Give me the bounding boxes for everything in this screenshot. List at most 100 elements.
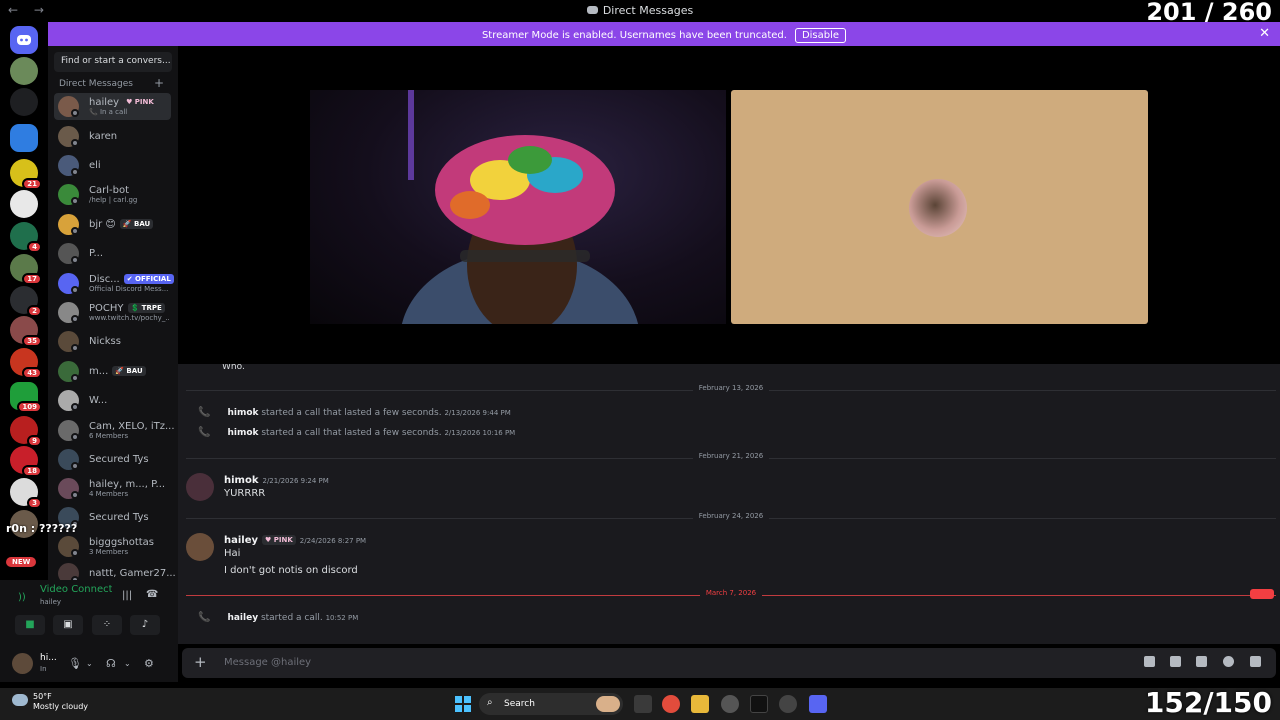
server-icon[interactable] bbox=[10, 57, 38, 85]
server-icon[interactable]: 18 bbox=[10, 446, 42, 477]
windows-start-icon[interactable] bbox=[455, 696, 471, 712]
dm-item-label: Secured Tys bbox=[89, 512, 149, 523]
task-view-icon[interactable] bbox=[634, 695, 652, 713]
dm-item-label: m... bbox=[89, 366, 109, 377]
dm-item[interactable]: W... bbox=[54, 387, 171, 414]
taskbar-search[interactable]: ⌕ Search bbox=[479, 693, 623, 715]
dm-item-subtitle: /help | carl.gg bbox=[89, 196, 138, 204]
avatar[interactable] bbox=[12, 653, 33, 674]
gear-icon[interactable]: ⚙ bbox=[144, 657, 154, 670]
server-icon[interactable]: 4 bbox=[10, 222, 42, 253]
badge: 35 bbox=[22, 335, 42, 347]
call-log-author[interactable]: himok bbox=[227, 408, 258, 418]
dm-item-label: Secured Tys bbox=[89, 454, 149, 465]
dm-item-name: POCHY 💲 TRPE bbox=[89, 303, 165, 314]
dm-item[interactable]: hailey, m..., P... 4 Members bbox=[54, 475, 171, 502]
call-log-author[interactable]: himok bbox=[227, 428, 258, 438]
search-highlight-icon bbox=[596, 696, 620, 712]
guild-tag: 🚀 BAU bbox=[112, 366, 146, 376]
disconnect-icon[interactable]: ☎ bbox=[146, 589, 158, 600]
message-input[interactable]: Message @hailey bbox=[224, 657, 311, 668]
badge: 18 bbox=[22, 465, 42, 477]
discord-taskbar-icon[interactable] bbox=[809, 695, 827, 713]
dm-item[interactable]: Disc... ✔ OFFICIAL Official Discord Mess..… bbox=[54, 270, 174, 297]
add-dm-icon[interactable]: + bbox=[154, 76, 164, 90]
dm-item-name: hailey ♥ PINK bbox=[89, 97, 157, 108]
home-button[interactable] bbox=[10, 26, 38, 54]
server-icon[interactable]: 3 bbox=[10, 478, 42, 509]
video-tile-camera[interactable] bbox=[310, 90, 726, 324]
headphones-icon[interactable]: ☊ bbox=[106, 657, 116, 670]
disable-button[interactable]: Disable bbox=[794, 28, 847, 43]
dm-item[interactable]: Cam, XELO, iTz... 6 Members bbox=[54, 417, 175, 444]
status-indicator bbox=[71, 315, 79, 323]
status-indicator bbox=[71, 139, 79, 147]
server-icon[interactable]: 17 bbox=[10, 254, 42, 285]
user-status: In bbox=[40, 665, 47, 673]
voice-channel-name[interactable]: hailey bbox=[40, 598, 61, 606]
microphone-icon[interactable]: 🎙 bbox=[68, 657, 82, 670]
soundboard-button[interactable]: ♪ bbox=[130, 615, 160, 635]
server-icon[interactable]: 35 bbox=[10, 316, 42, 347]
camera-button[interactable]: ■ bbox=[15, 615, 45, 635]
dm-item[interactable]: karen bbox=[54, 123, 171, 150]
stream-chat-ticker: r0n : ?????? bbox=[6, 522, 78, 535]
video-tile-avatar[interactable] bbox=[731, 90, 1148, 324]
server-icon[interactable]: 2 bbox=[10, 286, 42, 317]
dm-item[interactable]: bigggshottas 3 Members bbox=[54, 533, 171, 560]
dm-item[interactable]: bjr 😊 🚀 BAU bbox=[54, 211, 171, 238]
dm-item[interactable]: m... 🚀 BAU bbox=[54, 358, 171, 385]
message-author[interactable]: hailey bbox=[224, 535, 258, 546]
noise-suppression-icon[interactable]: ||| bbox=[122, 590, 132, 601]
dm-item[interactable]: P... bbox=[54, 240, 171, 267]
screen-share-button[interactable]: ▣ bbox=[53, 615, 83, 635]
avatar[interactable] bbox=[186, 533, 214, 561]
activities-button[interactable]: ⁘ bbox=[92, 615, 122, 635]
signal-icon[interactable]: )) bbox=[18, 592, 26, 603]
dm-item[interactable]: Secured Tys bbox=[54, 446, 171, 473]
avatar[interactable] bbox=[186, 473, 214, 501]
dm-item[interactable]: Nickss bbox=[54, 328, 171, 355]
message-author[interactable]: himok bbox=[224, 475, 259, 486]
server-icon[interactable]: 43 bbox=[10, 348, 42, 379]
call-log-entry: 📞 himok started a call that lasted a few … bbox=[198, 427, 515, 438]
dm-item-subtitle: www.twitch.tv/pochy_... bbox=[89, 314, 169, 322]
dm-item[interactable]: eli bbox=[54, 152, 171, 179]
gif-icon[interactable] bbox=[1170, 656, 1181, 667]
server-icon[interactable] bbox=[10, 124, 38, 152]
chevron-down-icon[interactable]: ⌄ bbox=[86, 659, 93, 668]
gift-icon[interactable] bbox=[1144, 656, 1155, 667]
tiktok-icon[interactable] bbox=[750, 695, 768, 713]
dm-item-label: Cam, XELO, iTz... bbox=[89, 421, 175, 432]
streamer-mode-banner: Streamer Mode is enabled. Usernames have… bbox=[48, 22, 1280, 46]
add-attachment-icon[interactable]: + bbox=[194, 653, 207, 671]
apps-icon[interactable] bbox=[1250, 656, 1261, 667]
media-player-icon[interactable] bbox=[779, 695, 797, 713]
emoji-icon[interactable] bbox=[1223, 656, 1234, 667]
guild-tag: 💲 TRPE bbox=[127, 303, 165, 313]
discord-logo-icon bbox=[17, 35, 31, 45]
timestamp: 2/21/2026 9:24 PM bbox=[262, 477, 329, 485]
sticker-icon[interactable] bbox=[1196, 656, 1207, 667]
server-icon[interactable]: 9 bbox=[10, 416, 42, 447]
file-explorer-icon[interactable] bbox=[691, 695, 709, 713]
new-servers-badge[interactable]: NEW bbox=[6, 557, 37, 567]
temperature: 50°F bbox=[33, 692, 52, 701]
server-icon[interactable] bbox=[10, 88, 38, 116]
taskbar-search-label: Search bbox=[504, 699, 535, 709]
server-icon[interactable]: 21 bbox=[10, 159, 42, 190]
dm-item-label: bigggshottas bbox=[89, 537, 155, 548]
app-icon[interactable] bbox=[721, 695, 739, 713]
call-log-author[interactable]: hailey bbox=[227, 613, 258, 623]
chevron-down-icon[interactable]: ⌄ bbox=[124, 659, 131, 668]
close-icon[interactable]: ✕ bbox=[1259, 26, 1270, 41]
find-conversation-input[interactable]: Find or start a convers... bbox=[54, 52, 172, 72]
dm-item[interactable]: hailey ♥ PINK 📞 In a call bbox=[54, 93, 171, 120]
dm-item[interactable]: POCHY 💲 TRPE www.twitch.tv/pochy_... bbox=[54, 299, 171, 326]
badge: 17 bbox=[22, 273, 42, 285]
call-log-text: started a call that lasted a few seconds… bbox=[258, 428, 445, 438]
chrome-icon[interactable] bbox=[662, 695, 680, 713]
server-icon[interactable]: 109 bbox=[10, 382, 42, 413]
server-icon[interactable] bbox=[10, 190, 38, 218]
dm-item[interactable]: Carl-bot/help | carl.gg bbox=[54, 181, 171, 208]
